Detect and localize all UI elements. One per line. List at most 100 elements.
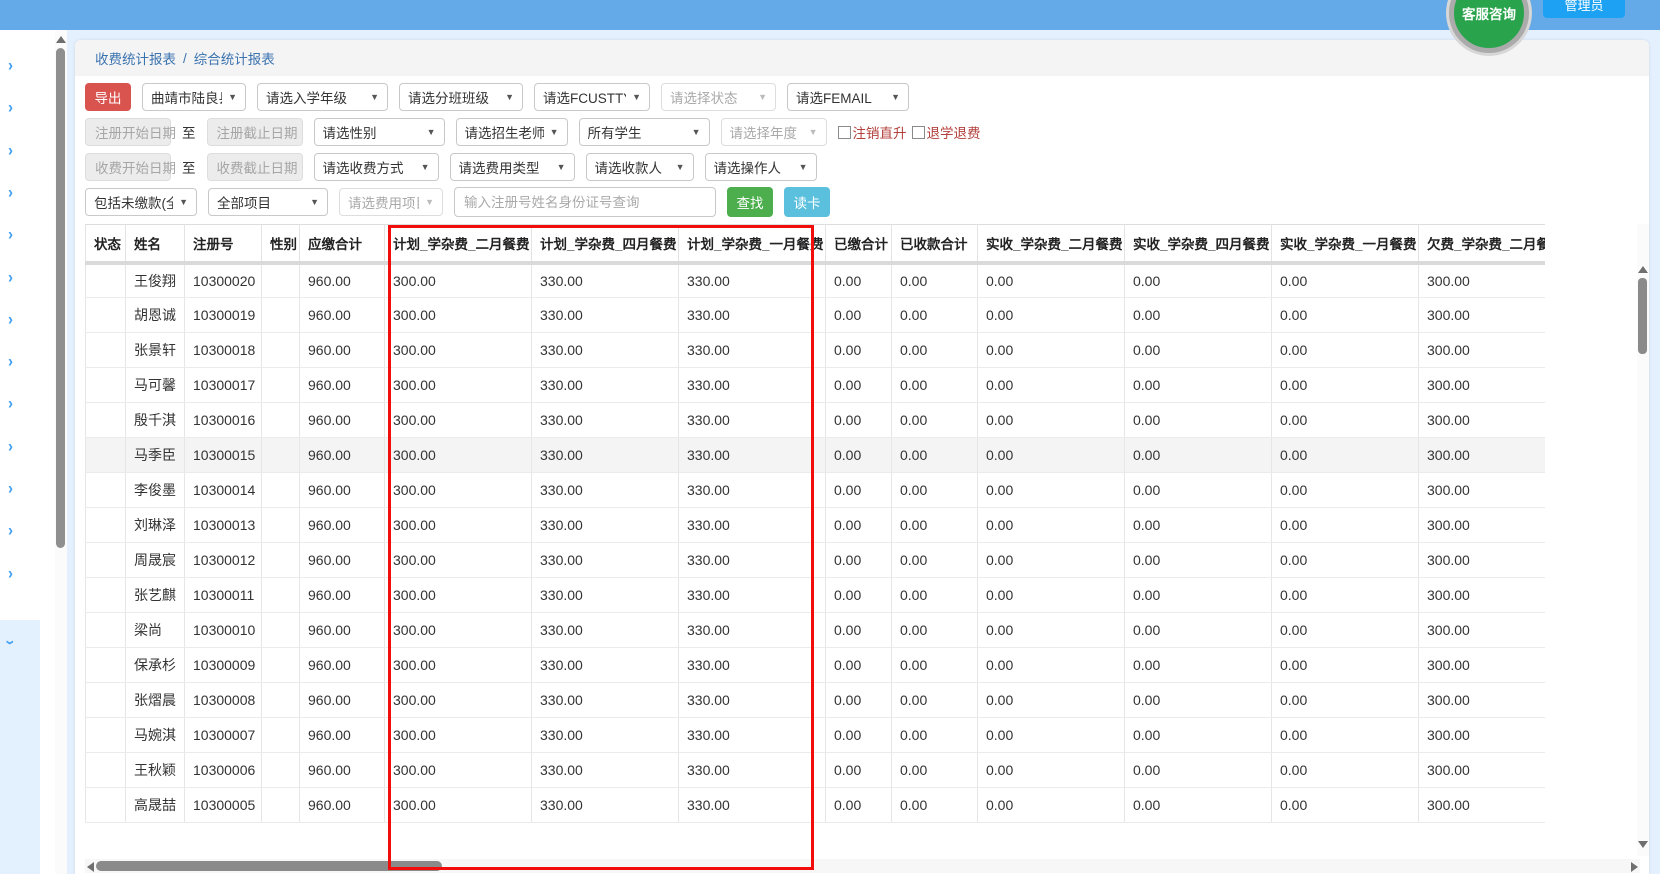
table-row[interactable]: 王俊翔10300020960.00300.00330.00330.000.000… <box>86 263 1546 298</box>
include-unpaid-dropdown[interactable]: 包括未缴款(全部)▼ <box>85 188 197 216</box>
table-row[interactable]: 殷千淇10300016960.00300.00330.00330.000.000… <box>86 403 1546 438</box>
sidebar-item[interactable]: › <box>8 438 28 458</box>
table-row[interactable]: 高晟喆10300005960.00300.00330.00330.000.000… <box>86 788 1546 823</box>
checkbox-icon[interactable] <box>912 126 925 139</box>
fcusttyp-dropdown[interactable]: 请选FCUSTTYP▼ <box>534 83 650 111</box>
fee-start-date-input[interactable]: 收费开始日期 <box>85 153 171 181</box>
class-dropdown[interactable]: 请选分班班级▼ <box>399 83 523 111</box>
table-cell: 0.00 <box>826 508 892 543</box>
fee-type-dropdown[interactable]: 请选费用类型▼ <box>450 153 575 181</box>
breadcrumb-section-link[interactable]: 收费统计报表 <box>95 48 176 68</box>
table-cell: 300.00 <box>1419 403 1546 438</box>
sidebar-item[interactable]: › <box>8 565 28 585</box>
vertical-scrollbar[interactable] <box>1637 224 1649 856</box>
table-row[interactable]: 保承杉10300009960.00300.00330.00330.000.000… <box>86 648 1546 683</box>
table-cell: 0.00 <box>978 613 1125 648</box>
sidebar-item[interactable]: › <box>8 99 28 119</box>
table-cell <box>262 438 300 473</box>
table-row[interactable]: 马可馨10300017960.00300.00330.00330.000.000… <box>86 368 1546 403</box>
sidebar-item[interactable]: › <box>8 480 28 500</box>
recruiter-dropdown[interactable]: 请选招生老师▼ <box>456 118 568 146</box>
table-row[interactable]: 李俊墨10300014960.00300.00330.00330.000.000… <box>86 473 1546 508</box>
payee-dropdown[interactable]: 请选收款人▼ <box>586 153 694 181</box>
table-row[interactable]: 刘琳泽10300013960.00300.00330.00330.000.000… <box>86 508 1546 543</box>
caret-down-icon: ▼ <box>427 127 436 137</box>
register-start-date-input[interactable]: 注册开始日期 <box>85 118 171 146</box>
chevron-right-icon: › <box>8 225 13 244</box>
table-row[interactable]: 张艺麒10300011960.00300.00330.00330.000.000… <box>86 578 1546 613</box>
sidebar-item[interactable]: › <box>8 269 28 289</box>
withdraw-refund-checkbox[interactable]: 退学退费 <box>912 122 981 142</box>
search-input[interactable] <box>454 187 716 217</box>
scroll-down-icon[interactable] <box>1638 841 1648 848</box>
table-row[interactable]: 马婉淇10300007960.00300.00330.00330.000.000… <box>86 718 1546 753</box>
table-cell: 0.00 <box>1125 438 1272 473</box>
pay-method-dropdown[interactable]: 请选收费方式▼ <box>314 153 439 181</box>
fee-start-date-placeholder: 收费开始日期 <box>95 157 176 177</box>
school-dropdown[interactable]: 曲靖市陆良县中枢▼ <box>142 83 246 111</box>
table-cell: 0.00 <box>1125 648 1272 683</box>
column-header: 欠费_学杂费_二月餐费 <box>1419 225 1546 263</box>
sidebar-item[interactable]: › <box>8 57 28 77</box>
export-button[interactable]: 导出 <box>85 83 131 111</box>
horizontal-scrollbar-thumb[interactable] <box>96 861 442 871</box>
table-cell: 10300014 <box>185 473 262 508</box>
sidebar-item[interactable]: › <box>8 522 28 542</box>
sidebar-item[interactable]: › <box>8 353 28 373</box>
breadcrumb-page-link[interactable]: 综合统计报表 <box>194 48 275 68</box>
scroll-left-icon[interactable] <box>87 862 94 872</box>
table-cell: 王秋颖 <box>126 753 185 788</box>
cancel-promote-checkbox[interactable]: 注销直升 <box>838 122 907 142</box>
fee-item-dropdown: 请选费用项目▼ <box>339 188 443 216</box>
table-cell <box>86 368 126 403</box>
sidebar-item[interactable]: › <box>8 395 28 415</box>
femail-dropdown[interactable]: 请选FEMAIL▼ <box>787 83 909 111</box>
sidebar-item[interactable]: › <box>8 184 28 204</box>
sidebar-scrollbar[interactable] <box>55 30 67 874</box>
fee-end-date-input[interactable]: 收费截止日期 <box>207 153 303 181</box>
class-dropdown-value: 请选分班班级 <box>408 87 489 107</box>
all-items-dropdown[interactable]: 全部项目▼ <box>208 188 328 216</box>
table-cell: 0.00 <box>1125 508 1272 543</box>
enrollment-grade-dropdown[interactable]: 请选入学年级▼ <box>257 83 388 111</box>
operator-dropdown[interactable]: 请选操作人▼ <box>705 153 817 181</box>
scroll-right-icon[interactable] <box>1631 862 1638 872</box>
table-cell: 10300013 <box>185 508 262 543</box>
gender-dropdown[interactable]: 请选性别▼ <box>314 118 445 146</box>
table-cell: 330.00 <box>532 613 679 648</box>
register-end-date-input[interactable]: 注册截止日期 <box>207 118 303 146</box>
scroll-up-icon[interactable] <box>1638 266 1648 273</box>
sidebar-item[interactable]: › <box>8 311 28 331</box>
vertical-scrollbar-thumb[interactable] <box>1638 278 1647 354</box>
table-cell: 960.00 <box>300 508 385 543</box>
table-row[interactable]: 胡恩诚10300019960.00300.00330.00330.000.000… <box>86 298 1546 333</box>
table-cell: 0.00 <box>1272 403 1419 438</box>
table-row[interactable]: 王秋颖10300006960.00300.00330.00330.000.000… <box>86 753 1546 788</box>
table-row[interactable]: 周晟宸10300012960.00300.00330.00330.000.000… <box>86 543 1546 578</box>
read-card-button[interactable]: 读卡 <box>784 187 830 217</box>
table-cell: 0.00 <box>1125 298 1272 333</box>
table-cell: 10300018 <box>185 333 262 368</box>
sidebar-item[interactable]: › <box>8 142 28 162</box>
sidebar-item[interactable]: › <box>8 226 28 246</box>
sidebar-scrollbar-thumb[interactable] <box>56 48 65 548</box>
table-row[interactable]: 梁尚10300010960.00300.00330.00330.000.000.… <box>86 613 1546 648</box>
column-header: 姓名 <box>126 225 185 263</box>
scroll-up-icon[interactable] <box>56 36 66 43</box>
table-row[interactable]: 张景轩10300018960.00300.00330.00330.000.000… <box>86 333 1546 368</box>
table-cell: 0.00 <box>826 753 892 788</box>
table-row[interactable]: 马季臣10300015960.00300.00330.00330.000.000… <box>86 438 1546 473</box>
student-scope-dropdown[interactable]: 所有学生▼ <box>579 118 710 146</box>
checkbox-icon[interactable] <box>838 126 851 139</box>
table-cell: 10300005 <box>185 788 262 823</box>
table-cell: 0.00 <box>1272 368 1419 403</box>
table-row[interactable]: 张熠晨10300008960.00300.00330.00330.000.000… <box>86 683 1546 718</box>
table-cell: 0.00 <box>826 683 892 718</box>
table-cell: 0.00 <box>1125 788 1272 823</box>
table-cell <box>86 578 126 613</box>
search-button[interactable]: 查找 <box>727 187 773 217</box>
table-cell: 960.00 <box>300 613 385 648</box>
admin-button[interactable]: 管理员 <box>1543 0 1625 18</box>
horizontal-scrollbar[interactable] <box>85 859 1640 873</box>
sidebar-item-expanded[interactable]: › <box>0 620 40 874</box>
